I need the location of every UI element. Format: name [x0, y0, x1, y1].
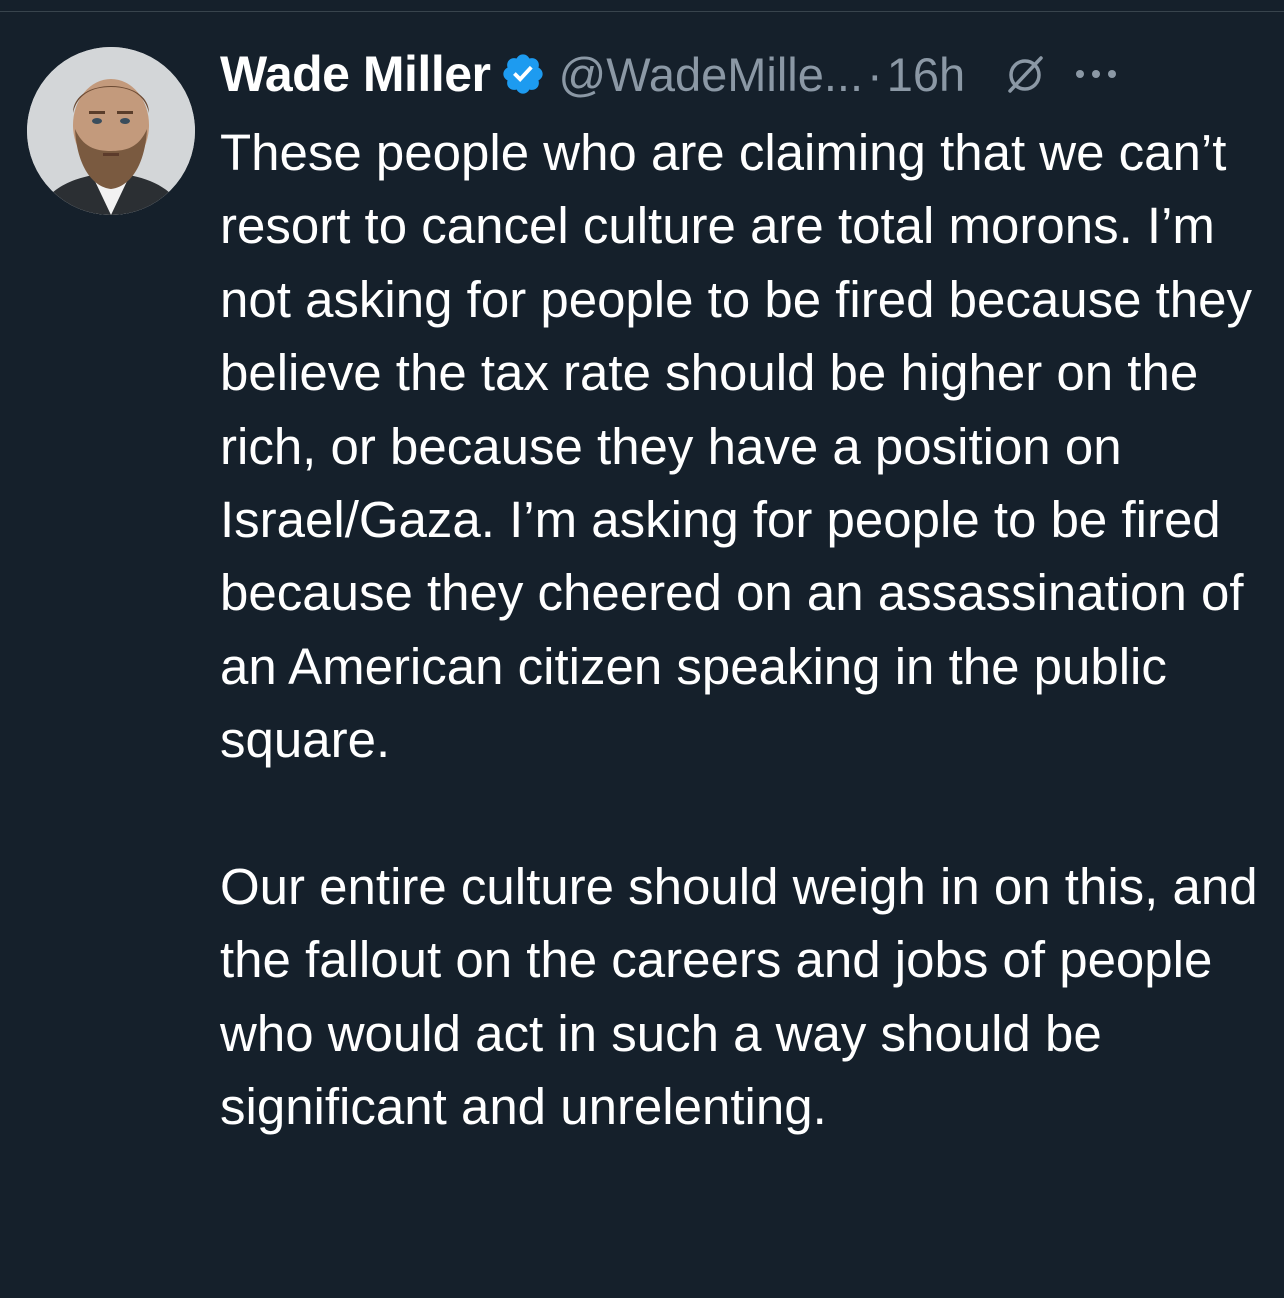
- more-options-icon[interactable]: [1073, 64, 1119, 84]
- author-handle[interactable]: @WadeMille...: [558, 47, 863, 102]
- author-display-name[interactable]: Wade Miller: [220, 45, 491, 103]
- avatar-portrait: [27, 47, 195, 215]
- tweet-timestamp[interactable]: 16h: [887, 47, 965, 102]
- tweet-paragraph: Our entire culture should weigh in on th…: [220, 858, 1258, 1136]
- tweet-paragraph: These people who are claiming that we ca…: [220, 124, 1253, 769]
- grok-icon[interactable]: [1001, 50, 1049, 98]
- tweet-body: Wade Miller @WadeMille... · 16h These pe…: [220, 40, 1260, 1144]
- tweet-header: Wade Miller @WadeMille... · 16h: [220, 40, 1260, 108]
- separator-dot: ·: [867, 47, 883, 101]
- top-divider: [0, 11, 1284, 12]
- tweet-text: These people who are claiming that we ca…: [220, 116, 1260, 1144]
- verified-badge-icon[interactable]: [500, 51, 546, 97]
- avatar[interactable]: [27, 47, 195, 215]
